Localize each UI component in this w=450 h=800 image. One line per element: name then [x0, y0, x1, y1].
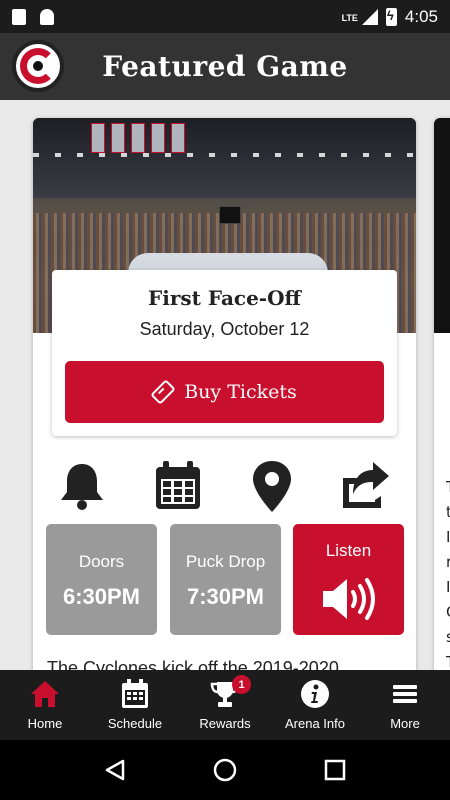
- page-title: Featured Game: [102, 50, 348, 83]
- nav-item-schedule[interactable]: Schedule: [90, 670, 180, 740]
- info-icon: [301, 680, 329, 708]
- nav-item-arena-info[interactable]: Arena Info: [270, 670, 360, 740]
- home-icon: [31, 681, 59, 707]
- system-nav-bar: [0, 740, 450, 800]
- location-pin-icon[interactable]: [244, 458, 300, 514]
- nav-label-rewards: Rewards: [199, 716, 251, 731]
- nav-label-arena-info: Arena Info: [285, 716, 345, 731]
- speaker-icon: [322, 578, 375, 620]
- nav-item-rewards[interactable]: 1 Rewards: [180, 670, 270, 740]
- game-title: First Face-Off: [148, 286, 301, 310]
- home-circle-icon[interactable]: [212, 757, 238, 783]
- ticket-icon: [150, 379, 176, 405]
- puck-drop-time: 7:30PM: [186, 584, 265, 609]
- nav-label-home: Home: [27, 716, 63, 731]
- game-description: The Cyclones kick off the 2019-2020: [47, 658, 339, 670]
- listen-label: Listen: [325, 541, 372, 560]
- menu-icon: [393, 685, 417, 703]
- bottom-nav: Home Schedule 1 Rewards Arena Info More: [0, 670, 450, 740]
- game-date: Saturday, October 12: [139, 319, 310, 339]
- share-icon[interactable]: [337, 458, 393, 514]
- listen-button[interactable]: Listen: [293, 524, 404, 635]
- network-type: LTE: [341, 12, 358, 23]
- peek-text: T t I r I C s T: [446, 478, 450, 670]
- signal-icon: [361, 8, 378, 25]
- content-area[interactable]: First Face-Off Saturday, October 12 Buy …: [0, 100, 450, 670]
- doors-time: 6:30PM: [62, 584, 141, 609]
- doors-label: Doors: [78, 552, 125, 571]
- buy-tickets-label: Buy Tickets: [184, 381, 297, 403]
- android-icon: [40, 8, 54, 25]
- next-card-peek[interactable]: T t I r I C s T: [434, 118, 450, 670]
- calendar-icon: [122, 679, 148, 708]
- recents-icon[interactable]: [323, 758, 347, 782]
- puck-drop-tile: Puck Drop 7:30PM: [170, 524, 281, 635]
- nav-label-more: More: [390, 716, 420, 731]
- rewards-badge: 1: [232, 675, 251, 694]
- doors-tile: Doors 6:30PM: [46, 524, 157, 635]
- nav-label-schedule: Schedule: [107, 716, 163, 731]
- buy-tickets-button[interactable]: Buy Tickets: [65, 361, 384, 423]
- calendar-icon[interactable]: [150, 458, 206, 514]
- back-icon[interactable]: [103, 758, 127, 782]
- cyclones-logo[interactable]: [12, 40, 64, 92]
- puck-drop-label: Puck Drop: [185, 552, 266, 571]
- sd-card-icon: [12, 8, 26, 25]
- game-info-box: First Face-Off Saturday, October 12 Buy …: [52, 270, 397, 436]
- nav-item-more[interactable]: More: [360, 670, 450, 740]
- status-bar: LTE 4:05: [0, 0, 450, 33]
- bell-icon[interactable]: [54, 458, 110, 514]
- app-header: Featured Game: [0, 33, 450, 100]
- featured-game-card[interactable]: First Face-Off Saturday, October 12 Buy …: [33, 118, 416, 670]
- action-icons: [33, 458, 416, 518]
- nav-item-home[interactable]: Home: [0, 670, 90, 740]
- battery-charging-icon: [385, 7, 397, 26]
- clock: 4:05: [404, 6, 438, 26]
